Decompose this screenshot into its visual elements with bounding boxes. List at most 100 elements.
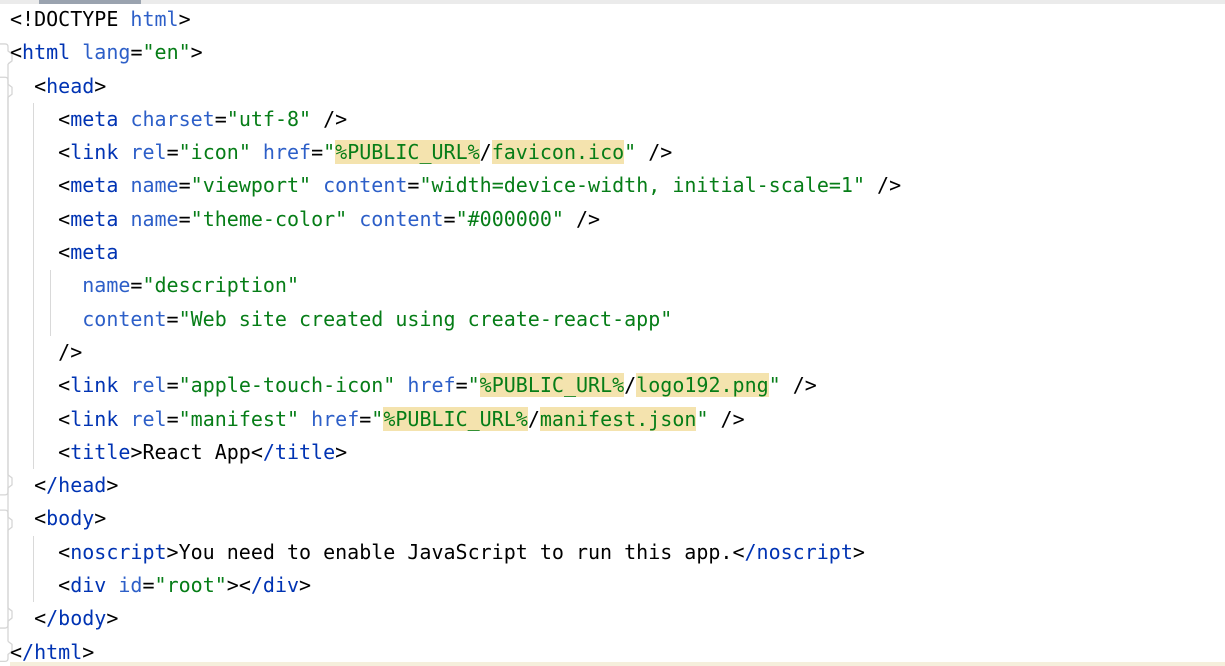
code-segment-p: =: [215, 107, 227, 131]
code-segment-p: />: [10, 340, 82, 364]
code-segment-p: >: [335, 440, 347, 464]
code-segment-tag: /html: [22, 640, 82, 664]
code-segment-p: =: [311, 140, 323, 164]
code-segment-tag: link: [70, 140, 118, 164]
code-segment-p: />: [311, 107, 347, 131]
code-segment-attr: rel: [130, 373, 166, 397]
code-segment-p: >You need to enable JavaScript to run th…: [167, 540, 745, 564]
code-editor[interactable]: <!DOCTYPE html><html lang="en"> <head> <…: [10, 3, 1225, 666]
code-segment-p: [118, 407, 130, 431]
code-segment-tag: body: [46, 506, 94, 530]
code-segment-p: >: [106, 606, 118, 630]
code-segment-p: <: [10, 74, 46, 98]
code-segment-p: >React App<: [130, 440, 262, 464]
code-segment-p: >: [191, 40, 203, 64]
code-line-16[interactable]: <body>: [10, 502, 1225, 535]
code-segment-hl: %PUBLIC_URL%: [335, 140, 480, 164]
code-segment-attr: rel: [130, 140, 166, 164]
code-segment-attr: href: [263, 140, 311, 164]
code-segment-tag: head: [46, 74, 94, 98]
code-segment-p: /: [624, 373, 636, 397]
code-segment-p: =: [444, 207, 456, 231]
code-segment-p: >: [82, 640, 94, 664]
code-line-18[interactable]: <div id="root"></div>: [10, 569, 1225, 602]
code-segment-str: "theme-color": [191, 207, 348, 231]
code-segment-str: "apple-touch-icon": [179, 373, 396, 397]
code-segment-p: =: [456, 373, 468, 397]
code-segment-p: [118, 373, 130, 397]
code-segment-p: =: [179, 207, 191, 231]
code-line-12[interactable]: <link rel="apple-touch-icon" href="%PUBL…: [10, 369, 1225, 402]
code-segment-tag: /body: [46, 606, 106, 630]
code-segment-p: >: [94, 74, 106, 98]
code-segment-attr: lang: [82, 40, 130, 64]
code-segment-p: />: [636, 140, 672, 164]
code-segment-p: [106, 573, 118, 597]
code-segment-attr: href: [407, 373, 455, 397]
code-segment-p: =: [167, 373, 179, 397]
bottom-panel-edge: [10, 662, 1225, 666]
code-segment-p: <: [10, 573, 70, 597]
code-segment-str: "manifest": [179, 407, 299, 431]
code-line-4[interactable]: <meta charset="utf-8" />: [10, 103, 1225, 136]
code-segment-p: <: [10, 540, 70, 564]
code-segment-p: =: [407, 173, 419, 197]
code-segment-hl: favicon.ico: [492, 140, 624, 164]
code-segment-str: "description": [142, 273, 299, 297]
code-segment-str: "#000000": [456, 207, 564, 231]
code-segment-attr: content: [82, 307, 166, 331]
code-line-2[interactable]: <html lang="en">: [10, 36, 1225, 69]
code-line-17[interactable]: <noscript>You need to enable JavaScript …: [10, 536, 1225, 569]
horizontal-scrollbar-track[interactable]: [0, 0, 1225, 4]
code-segment-p: >: [853, 540, 865, 564]
code-segment-p: >: [94, 506, 106, 530]
code-segment-p: [299, 407, 311, 431]
code-line-9[interactable]: name="description": [10, 269, 1225, 302]
code-segment-attr: id: [118, 573, 142, 597]
code-segment-hl: manifest.json: [540, 407, 697, 431]
code-line-13[interactable]: <link rel="manifest" href="%PUBLIC_URL%/…: [10, 403, 1225, 436]
code-segment-p: [311, 173, 323, 197]
code-line-19[interactable]: </body>: [10, 602, 1225, 635]
code-segment-str: "icon": [179, 140, 251, 164]
code-segment-p: [10, 273, 82, 297]
code-segment-p: [347, 207, 359, 231]
code-segment-p: =: [130, 273, 142, 297]
code-segment-tag: meta: [70, 240, 118, 264]
code-line-15[interactable]: </head>: [10, 469, 1225, 502]
code-segment-p: <: [10, 373, 70, 397]
code-segment-p: >: [299, 573, 311, 597]
code-segment-tag: div: [70, 573, 106, 597]
code-segment-p: [118, 140, 130, 164]
code-segment-attr: charset: [130, 107, 214, 131]
horizontal-scrollbar-thumb[interactable]: [39, 0, 141, 4]
code-segment-p: />: [865, 173, 901, 197]
code-segment-p: >: [106, 473, 118, 497]
code-segment-tag: /div: [251, 573, 299, 597]
code-line-14[interactable]: <title>React App</title>: [10, 436, 1225, 469]
code-line-3[interactable]: <head>: [10, 70, 1225, 103]
code-segment-p: =: [359, 407, 371, 431]
code-segment-p: [118, 173, 130, 197]
code-segment-p: [70, 40, 82, 64]
code-segment-str: ": [696, 407, 708, 431]
code-line-6[interactable]: <meta name="viewport" content="width=dev…: [10, 169, 1225, 202]
code-segment-str: "width=device-width, initial-scale=1": [419, 173, 865, 197]
code-segment-p: <: [10, 107, 70, 131]
code-segment-p: /: [528, 407, 540, 431]
code-segment-p: <: [10, 506, 46, 530]
code-line-1[interactable]: <!DOCTYPE html>: [10, 3, 1225, 36]
code-segment-p: <: [10, 606, 46, 630]
code-line-10[interactable]: content="Web site created using create-r…: [10, 303, 1225, 336]
code-segment-tag: link: [70, 407, 118, 431]
code-segment-tag: /title: [263, 440, 335, 464]
code-line-8[interactable]: <meta: [10, 236, 1225, 269]
code-segment-p: =: [167, 140, 179, 164]
code-line-7[interactable]: <meta name="theme-color" content="#00000…: [10, 203, 1225, 236]
code-segment-str: "en": [142, 40, 190, 64]
code-line-5[interactable]: <link rel="icon" href="%PUBLIC_URL%/favi…: [10, 136, 1225, 169]
code-segment-p: =: [130, 40, 142, 64]
code-segment-p: =: [179, 173, 191, 197]
code-segment-p: <: [10, 240, 70, 264]
code-line-11[interactable]: />: [10, 336, 1225, 369]
